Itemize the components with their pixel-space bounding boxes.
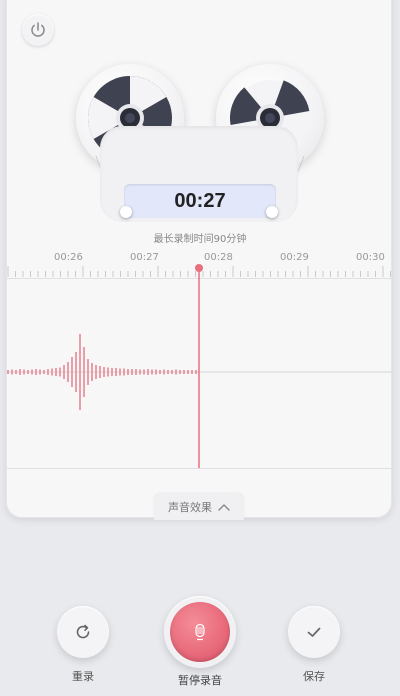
save-control: 保存 [288, 606, 340, 684]
record-indicator [170, 602, 230, 662]
refresh-icon [76, 624, 90, 639]
waveform [6, 334, 392, 410]
elapsed-time: 00:27 [124, 184, 276, 218]
ruler-ticks [7, 266, 391, 277]
sound-effects-toggle[interactable]: 声音效果 [154, 494, 244, 520]
power-icon [31, 22, 45, 37]
microphone-icon [195, 623, 205, 641]
pause-control: 暂停录音 [164, 596, 236, 688]
waveform-panel [6, 278, 392, 469]
power-button[interactable] [22, 14, 54, 46]
checkmark-icon [307, 627, 321, 637]
rerecord-control: 重录 [57, 606, 109, 684]
tape-guide-left [120, 206, 132, 218]
save-label: 保存 [303, 670, 325, 683]
rerecord-label: 重录 [72, 670, 94, 683]
tape-guide-right [266, 206, 278, 218]
pause-label: 暂停录音 [178, 674, 222, 687]
time-display: 00:27 [100, 126, 298, 222]
effects-label: 声音效果 [168, 501, 212, 514]
rerecord-button[interactable] [57, 606, 109, 658]
save-button[interactable] [288, 606, 340, 658]
timeline-ruler: 00:26 00:27 00:28 00:29 00:30 [6, 248, 392, 279]
pause-record-button[interactable] [164, 596, 236, 668]
max-duration-note: 最长录制时间90分钟 [153, 234, 247, 245]
chevron-up-icon [218, 504, 230, 511]
